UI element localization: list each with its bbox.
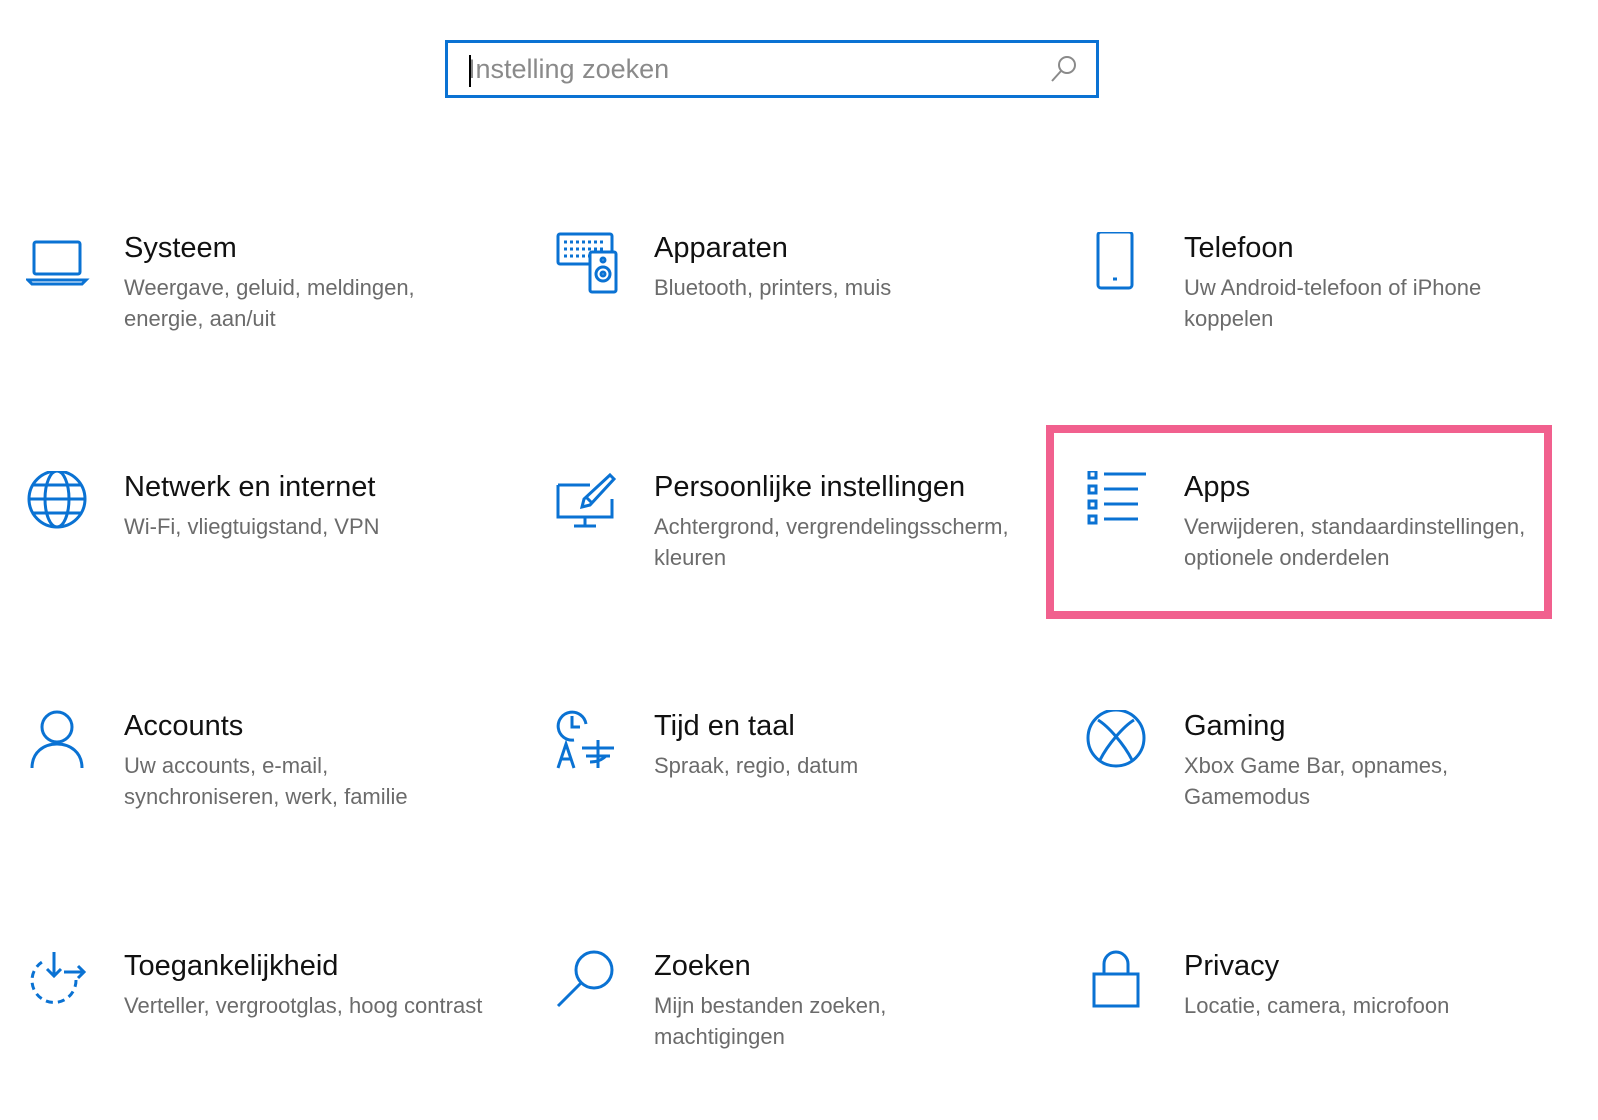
tile-description: Mijn bestanden zoeken, machtigingen: [654, 993, 887, 1049]
tile-privacy[interactable]: Privacy Locatie, camera, microfoon: [1086, 950, 1586, 1120]
tile-description: Locatie, camera, microfoon: [1184, 993, 1450, 1018]
tile-apps[interactable]: Apps Verwijderen, standaardinstellingen,…: [1046, 425, 1586, 641]
search-input[interactable]: [448, 43, 1046, 95]
magnifier-icon: [556, 950, 620, 1014]
tile-telefoon[interactable]: Telefoon Uw Android-telefoon of iPhone k…: [1086, 232, 1586, 402]
tile-title: Toegankelijkheid: [124, 950, 339, 982]
tile-apparaten[interactable]: Apparaten Bluetooth, printers, muis: [556, 232, 1056, 402]
tile-title: Gaming: [1184, 710, 1286, 742]
tile-systeem[interactable]: Systeem Weergave, geluid, meldingen, ene…: [26, 232, 526, 402]
tile-description: Uw accounts, e-mail, synchroniseren, wer…: [124, 753, 408, 809]
phone-icon: [1086, 232, 1150, 296]
tile-title: Persoonlijke instellingen: [654, 471, 966, 503]
tile-toegankelijkheid[interactable]: Toegankelijkheid Verteller, vergrootglas…: [26, 950, 526, 1120]
tile-title: Tijd en taal: [654, 710, 795, 742]
devices-icon: [556, 232, 620, 296]
tile-description: Achtergrond, vergrendelingsscherm, kleur…: [654, 514, 1009, 570]
tile-description: Xbox Game Bar, opnames, Gamemodus: [1184, 753, 1449, 809]
tile-netwerk[interactable]: Netwerk en internet Wi-Fi, vliegtuigstan…: [26, 471, 526, 641]
lock-icon: [1086, 950, 1150, 1014]
search-box[interactable]: [445, 40, 1099, 98]
tile-description: Verwijderen, standaardinstellingen, opti…: [1184, 514, 1526, 570]
tile-title: Zoeken: [654, 950, 751, 982]
apps-list-icon: [1086, 471, 1150, 535]
tile-zoeken[interactable]: Zoeken Mijn bestanden zoeken, machtiging…: [556, 950, 1056, 1120]
tile-description: Spraak, regio, datum: [654, 753, 859, 778]
xbox-icon: [1086, 710, 1150, 774]
search-icon[interactable]: [1046, 51, 1082, 87]
tile-title: Telefoon: [1184, 232, 1294, 264]
tile-title: Netwerk en internet: [124, 471, 376, 503]
tile-persoonlijk[interactable]: Persoonlijke instellingen Achtergrond, v…: [556, 471, 1056, 641]
laptop-icon: [26, 232, 90, 296]
tile-title: Systeem: [124, 232, 237, 264]
tile-tijd-taal[interactable]: Tijd en taal Spraak, regio, datum: [556, 710, 1056, 880]
tile-gaming[interactable]: Gaming Xbox Game Bar, opnames, Gamemodus: [1086, 710, 1586, 880]
accessibility-icon: [26, 950, 90, 1014]
tile-title: Apps: [1184, 471, 1251, 503]
tile-title: Privacy: [1184, 950, 1280, 982]
tile-title: Accounts: [124, 710, 244, 742]
tile-description: Bluetooth, printers, muis: [654, 275, 892, 300]
tile-description: Weergave, geluid, meldingen, energie, aa…: [124, 275, 415, 331]
person-icon: [26, 710, 90, 774]
globe-icon: [26, 471, 90, 535]
tile-description: Verteller, vergrootglas, hoog contrast: [124, 993, 483, 1018]
tile-title: Apparaten: [654, 232, 788, 264]
tile-accounts[interactable]: Accounts Uw accounts, e-mail, synchronis…: [26, 710, 526, 880]
tile-description: Uw Android-telefoon of iPhone koppelen: [1184, 275, 1482, 331]
paint-icon: [556, 471, 620, 535]
time-language-icon: [556, 710, 620, 774]
text-caret: [469, 55, 471, 87]
tile-description: Wi-Fi, vliegtuigstand, VPN: [124, 514, 380, 539]
